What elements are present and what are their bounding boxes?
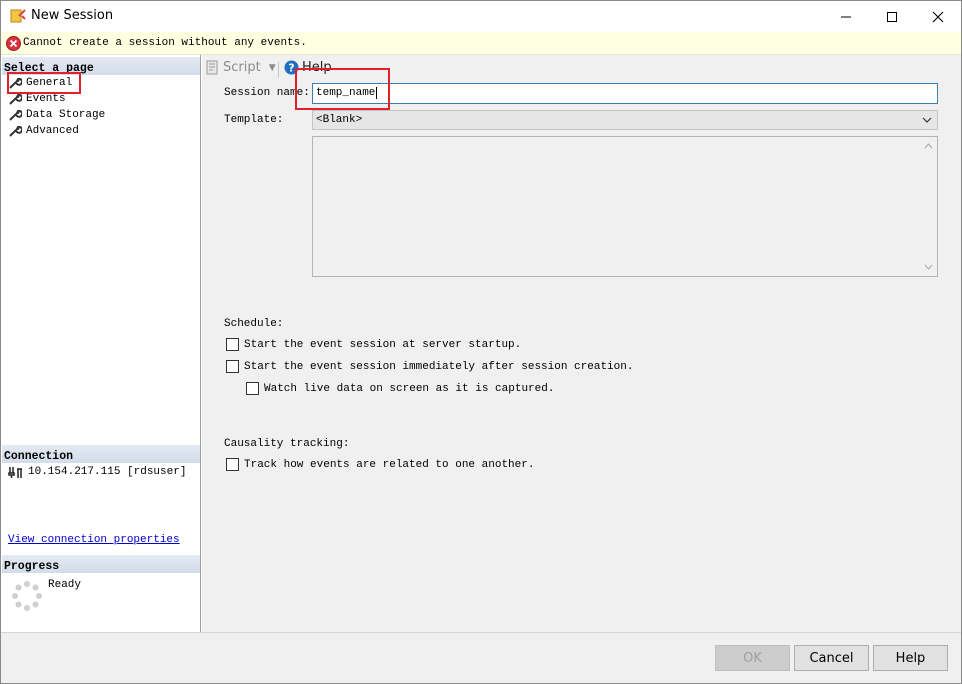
minimize-icon [841,16,851,17]
session-name-input[interactable]: temp_name [312,83,938,104]
page-item-label: Data Storage [26,109,106,121]
template-label: Template: [224,114,284,126]
close-icon [932,11,944,22]
page-item-data-storage[interactable]: Data Storage [8,107,105,123]
page-item-label: Events [26,93,66,105]
wrench-icon [9,109,22,121]
connection-info: 10.154.217.115 [rdsuser] [8,465,186,479]
toolbar-separator [278,62,279,78]
script-button[interactable]: Script ▼ [205,60,276,75]
highlight-box-general [7,72,81,94]
svg-text:?: ? [288,62,294,75]
session-app-icon [10,9,26,23]
maximize-icon [887,11,897,22]
title-bar[interactable]: New Session [1,1,961,32]
server-connection-icon [8,467,22,478]
watch-live-checkbox[interactable] [246,382,259,395]
progress-spinner-icon [12,581,42,611]
start-at-startup-option[interactable]: Start the event session at server startu… [226,338,521,351]
right-pane: Script ▼ ? Help Session name: temp_name … [202,55,961,632]
causality-label: Causality tracking: [224,438,350,450]
template-dropdown[interactable]: <Blank> [312,110,938,130]
vertical-scrollbar[interactable] [920,137,937,276]
dialog-button-bar: OK Cancel Help [1,632,961,683]
highlight-box-session-name [295,68,390,110]
wrench-icon [9,125,22,137]
start-immediately-option[interactable]: Start the event session immediately afte… [226,360,633,373]
view-connection-properties-link[interactable]: View connection properties [8,534,180,546]
page-item-advanced[interactable]: Advanced [8,123,79,139]
connection-header: Connection [2,445,200,463]
watch-live-option[interactable]: Watch live data on screen as it is captu… [246,382,554,395]
chevron-down-icon [922,117,932,123]
chevron-down-icon: ▼ [268,62,276,73]
help-button[interactable]: Help [873,645,948,671]
connection-text: 10.154.217.115 [rdsuser] [28,466,187,478]
error-message: Cannot create a session without any even… [23,37,307,49]
page-item-label: Advanced [26,125,79,137]
script-icon [206,60,218,75]
dialog-window: New Session Cannot create a session with… [0,0,962,684]
minimize-button[interactable] [823,1,869,32]
maximize-button[interactable] [869,1,915,32]
track-events-option[interactable]: Track how events are related to one anot… [226,458,534,471]
start-immediately-checkbox[interactable] [226,360,239,373]
window-title: New Session [31,8,114,23]
start-at-startup-checkbox[interactable] [226,338,239,351]
progress-status: Ready [48,579,82,591]
cancel-button[interactable]: Cancel [794,645,869,671]
schedule-label: Schedule: [224,318,284,330]
wrench-icon [9,93,22,105]
progress-header: Progress [2,555,200,573]
scroll-up-icon [924,143,933,149]
ok-button[interactable]: OK [715,645,790,671]
close-button[interactable] [915,1,961,32]
scroll-down-icon [924,264,933,270]
left-pane: Select a page General Events Data Storag… [1,55,201,632]
template-description-box[interactable] [312,136,938,277]
error-banner: Cannot create a session without any even… [1,32,961,55]
track-events-checkbox[interactable] [226,458,239,471]
error-icon [6,36,21,51]
